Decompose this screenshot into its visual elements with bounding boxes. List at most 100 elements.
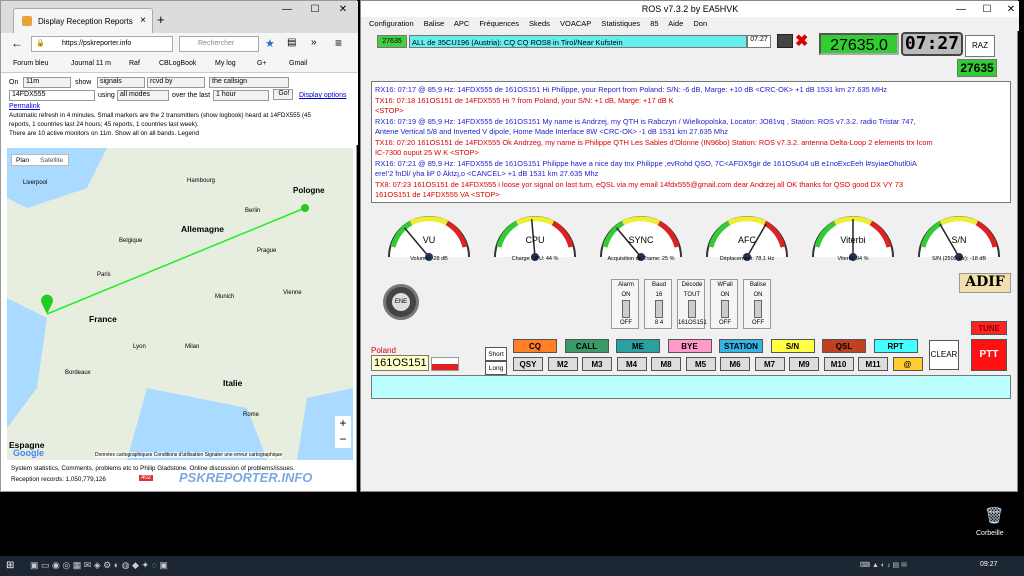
switch-slider[interactable] bbox=[688, 300, 696, 318]
new-tab-icon[interactable]: + bbox=[157, 12, 165, 27]
switch-slider[interactable] bbox=[655, 300, 663, 318]
macro-station-button[interactable]: STATION bbox=[719, 339, 763, 353]
cancel-icon[interactable]: ✖ bbox=[795, 31, 808, 51]
switch-3[interactable]: WFall ON OFF bbox=[710, 279, 738, 329]
band-select[interactable]: 11m bbox=[23, 77, 71, 88]
macro-m11-button[interactable]: M11 bbox=[858, 357, 888, 371]
switch-slider[interactable] bbox=[721, 300, 729, 318]
rcvd-select[interactable]: rcvd by bbox=[147, 77, 205, 88]
bookmark-0[interactable]: Forum bleu bbox=[13, 60, 48, 67]
menu-don[interactable]: Don bbox=[693, 19, 707, 28]
macro-m3-button[interactable]: M3 bbox=[582, 357, 612, 371]
zoom-in-icon[interactable]: + bbox=[335, 416, 351, 432]
switch-1[interactable]: Baud 16 8 4 bbox=[644, 279, 672, 329]
short-button[interactable]: Short bbox=[485, 347, 507, 361]
close-window-icon[interactable]: ✕ bbox=[329, 1, 357, 19]
show-select[interactable]: signals bbox=[97, 77, 145, 88]
callsign-field[interactable]: 161OS151 bbox=[371, 355, 429, 371]
menu-statistiques[interactable]: Statistiques bbox=[601, 19, 640, 28]
frequency-display[interactable]: 27635.0 bbox=[819, 33, 899, 55]
macro-qsy-button[interactable]: QSY bbox=[513, 357, 543, 371]
clock-display: 07:27 bbox=[901, 32, 963, 56]
switch-slider[interactable] bbox=[754, 300, 762, 318]
recycle-bin-icon[interactable]: 🗑 bbox=[984, 506, 1004, 526]
macro-m7-button[interactable]: M7 bbox=[754, 357, 785, 371]
adif-button[interactable]: ADIF bbox=[959, 273, 1011, 293]
switch-slider[interactable] bbox=[622, 300, 630, 318]
callsign-input[interactable]: 14FDX555 bbox=[9, 90, 95, 101]
display-options-link[interactable]: Display options bbox=[299, 92, 346, 99]
macro-cq-button[interactable]: CQ bbox=[513, 339, 557, 353]
show-label: show bbox=[75, 79, 92, 86]
clear-button[interactable]: CLEAR bbox=[929, 340, 959, 370]
tab-plan[interactable]: Plan bbox=[16, 157, 29, 164]
menu-icon[interactable]: ≡ bbox=[335, 36, 342, 50]
switch-off: 161OS151 bbox=[678, 320, 707, 326]
gauge-sub: Déplacement: 78,1 Hz bbox=[719, 256, 775, 262]
map[interactable]: Plan Satellite Pologne Allemagne France … bbox=[7, 148, 353, 460]
menu-frequences[interactable]: Fréquences bbox=[479, 19, 519, 28]
tx-input[interactable] bbox=[371, 375, 1011, 399]
macro-bye-button[interactable]: BYE bbox=[667, 339, 712, 353]
browser-tab[interactable]: Display Reception Reports × bbox=[13, 8, 153, 33]
macro-me-button[interactable]: ME bbox=[616, 339, 660, 353]
macro-qsl-button[interactable]: QSL bbox=[822, 339, 866, 353]
long-button[interactable]: Long bbox=[485, 361, 507, 375]
bookmark-2[interactable]: Raf bbox=[129, 60, 140, 67]
bookmark-4[interactable]: My log bbox=[215, 60, 236, 67]
tune-button[interactable]: TUNE bbox=[971, 321, 1007, 335]
taskbar-app-icons[interactable]: ▣ ▭ ◉ ◎ ▦ ✉ ◈ ⚙ ◐ ◍ ◆ ✦ ◌ ▣ bbox=[30, 560, 168, 571]
zoom-out-icon[interactable]: − bbox=[335, 432, 351, 448]
bookmark-star-icon[interactable]: ★ bbox=[265, 37, 275, 50]
msg-line: 161OS151 de 14FDX555 VA <STOP> bbox=[375, 190, 500, 199]
bookmark-3[interactable]: CBLogBook bbox=[159, 60, 196, 67]
macro-call-button[interactable]: CALL bbox=[564, 339, 609, 353]
macro-at-button[interactable]: @ bbox=[892, 357, 923, 371]
menu-skeds[interactable]: Skeds bbox=[529, 19, 550, 28]
switch-2[interactable]: Décode TOUT 161OS151 bbox=[677, 279, 707, 329]
switch-4[interactable]: Balise ON OFF bbox=[743, 279, 771, 329]
macro-m5-button[interactable]: M5 bbox=[685, 357, 716, 371]
menu-aide[interactable]: Aide bbox=[668, 19, 683, 28]
menu-voacap[interactable]: VOACAP bbox=[560, 19, 591, 28]
raz-button[interactable]: RAZ bbox=[965, 35, 995, 57]
ptt-button[interactable]: PTT bbox=[971, 339, 1007, 371]
back-icon[interactable]: ← bbox=[11, 36, 23, 50]
bookmark-1[interactable]: Journal 11 m bbox=[71, 60, 111, 67]
library-icon[interactable]: ▤ bbox=[287, 37, 296, 48]
close-tab-icon[interactable]: × bbox=[140, 15, 146, 26]
bookmark-6[interactable]: Gmail bbox=[289, 60, 307, 67]
message-log[interactable]: RX16: 07:17 @ 85,9 Hz: 14FDX555 de 161OS… bbox=[371, 81, 1011, 203]
macro-m8-button[interactable]: M8 bbox=[651, 357, 681, 371]
overflow-icon[interactable]: » bbox=[311, 37, 317, 48]
switch-0[interactable]: Alarm ON OFF bbox=[611, 279, 639, 329]
macro-sn-button[interactable]: S/N bbox=[770, 339, 815, 353]
menu-configuration[interactable]: Configuration bbox=[369, 19, 414, 28]
tab-satellite[interactable]: Satellite bbox=[40, 157, 63, 164]
macro-m4-button[interactable]: M4 bbox=[616, 357, 647, 371]
macro-rpt-button[interactable]: RPT bbox=[873, 339, 918, 353]
callsign-mode-select[interactable]: the callsign bbox=[209, 77, 289, 88]
menu-apc[interactable]: APC bbox=[454, 19, 469, 28]
tray-icons[interactable]: ⌨ ▲ ◐ ♪ ▤ ✉ bbox=[860, 561, 907, 569]
alert-bar[interactable]: ALL de 35CU196 (Austria): CQ CQ ROS8 in … bbox=[409, 35, 747, 48]
mode-select[interactable]: all modes bbox=[117, 90, 169, 101]
bookmark-5[interactable]: G+ bbox=[257, 60, 267, 67]
monitor-icon[interactable] bbox=[777, 34, 793, 48]
url-bar[interactable]: https://pskreporter.info bbox=[31, 36, 173, 52]
maximize-icon[interactable]: ☐ bbox=[301, 1, 329, 19]
go-button[interactable]: Go! bbox=[273, 89, 293, 100]
permalink-link[interactable]: Permalink bbox=[9, 103, 40, 110]
macro-m10-button[interactable]: M10 bbox=[823, 357, 854, 371]
start-icon[interactable]: ⊞ bbox=[6, 560, 14, 571]
menu-balise[interactable]: Balise bbox=[424, 19, 444, 28]
menu-85[interactable]: 85 bbox=[650, 19, 658, 28]
search-input[interactable]: Rechercher bbox=[179, 36, 259, 52]
macro-m9-button[interactable]: M9 bbox=[789, 357, 819, 371]
macro-m2-button[interactable]: M2 bbox=[547, 357, 578, 371]
psk-form: On 11m show signals rcvd by the callsign… bbox=[1, 73, 358, 145]
period-select[interactable]: 1 hour bbox=[213, 90, 269, 101]
macro-m6-button[interactable]: M6 bbox=[720, 357, 750, 371]
ene-knob[interactable]: ENE bbox=[383, 284, 419, 320]
minimize-icon[interactable]: — bbox=[273, 1, 301, 19]
